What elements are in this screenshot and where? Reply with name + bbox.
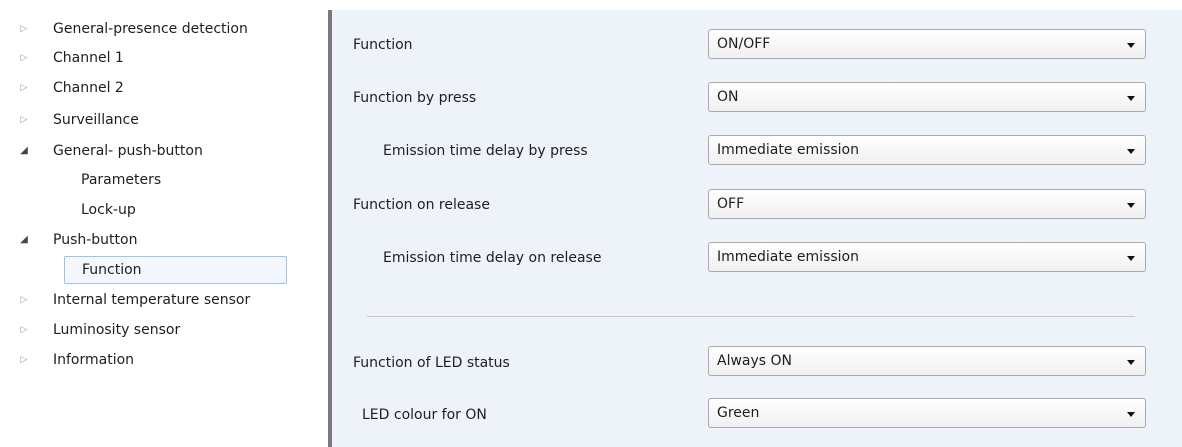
- chevron-down-icon: [1127, 360, 1135, 365]
- tree-item-label: Luminosity sensor: [53, 322, 181, 338]
- led-colour-for-on-value: Green: [717, 405, 760, 421]
- function-on-release-label: Function on release: [353, 197, 490, 213]
- emission-time-delay-by-press-value: Immediate emission: [717, 142, 859, 158]
- collapsed-arrow-icon[interactable]: ▷: [18, 286, 30, 314]
- tree-item-general-presence-detection[interactable]: ▷ General-presence detection: [0, 15, 320, 43]
- parameter-panel: [332, 10, 1182, 447]
- expanded-arrow-icon[interactable]: ◢: [18, 137, 30, 165]
- parameter-tree: ▷ General-presence detection ▷ Channel 1…: [0, 0, 328, 447]
- tree-item-label: Parameters: [81, 172, 162, 188]
- chevron-down-icon: [1127, 256, 1135, 261]
- tree-item-function[interactable]: Function: [0, 256, 326, 284]
- function-by-press-value: ON: [717, 89, 739, 105]
- function-by-press-dropdown[interactable]: ON: [708, 82, 1146, 112]
- tree-item-label: Function: [64, 256, 287, 284]
- tree-item-information[interactable]: ▷ Information: [0, 346, 320, 374]
- tree-item-label: Push-button: [53, 232, 138, 248]
- emission-time-delay-by-press-dropdown[interactable]: Immediate emission: [708, 135, 1146, 165]
- tree-item-surveillance[interactable]: ▷ Surveillance: [0, 106, 320, 134]
- tree-item-lock-up[interactable]: Lock-up: [0, 196, 320, 224]
- collapsed-arrow-icon[interactable]: ▷: [18, 44, 30, 72]
- expanded-arrow-icon[interactable]: ◢: [18, 226, 30, 254]
- tree-item-channel-1[interactable]: ▷ Channel 1: [0, 44, 320, 72]
- tree-item-parameters[interactable]: Parameters: [0, 166, 320, 194]
- led-colour-for-on-label: LED colour for ON: [362, 407, 487, 423]
- tree-item-luminosity-sensor[interactable]: ▷ Luminosity sensor: [0, 316, 320, 344]
- collapsed-arrow-icon[interactable]: ▷: [18, 346, 30, 374]
- collapsed-arrow-icon[interactable]: ▷: [18, 15, 30, 43]
- tree-item-label: Lock-up: [81, 202, 136, 218]
- emission-time-delay-on-release-value: Immediate emission: [717, 249, 859, 265]
- tree-item-label: General- push-button: [53, 143, 203, 159]
- function-value: ON/OFF: [717, 36, 771, 52]
- tree-item-internal-temperature-sensor[interactable]: ▷ Internal temperature sensor: [0, 286, 320, 314]
- function-label: Function: [353, 37, 413, 53]
- tree-item-label: General-presence detection: [53, 21, 248, 37]
- collapsed-arrow-icon[interactable]: ▷: [18, 74, 30, 102]
- tree-item-label: Channel 2: [53, 80, 124, 96]
- emission-time-delay-on-release-dropdown[interactable]: Immediate emission: [708, 242, 1146, 272]
- tree-item-label: Internal temperature sensor: [53, 292, 251, 308]
- function-of-led-status-label: Function of LED status: [353, 355, 510, 371]
- function-dropdown[interactable]: ON/OFF: [708, 29, 1146, 59]
- emission-time-delay-on-release-label: Emission time delay on release: [383, 250, 602, 266]
- function-on-release-dropdown[interactable]: OFF: [708, 189, 1146, 219]
- tree-item-label: Surveillance: [53, 112, 139, 128]
- function-of-led-status-value: Always ON: [717, 353, 793, 369]
- led-colour-for-on-dropdown[interactable]: Green: [708, 398, 1146, 428]
- section-divider: [367, 316, 1135, 317]
- chevron-down-icon: [1127, 149, 1135, 154]
- chevron-down-icon: [1127, 43, 1135, 48]
- tree-item-general-push-button[interactable]: ◢ General- push-button: [0, 137, 320, 165]
- collapsed-arrow-icon[interactable]: ▷: [18, 316, 30, 344]
- function-by-press-label: Function by press: [353, 90, 477, 106]
- chevron-down-icon: [1127, 96, 1135, 101]
- tree-item-channel-2[interactable]: ▷ Channel 2: [0, 74, 320, 102]
- tree-item-push-button[interactable]: ◢ Push-button: [0, 226, 320, 254]
- chevron-down-icon: [1127, 203, 1135, 208]
- emission-time-delay-by-press-label: Emission time delay by press: [383, 143, 588, 159]
- function-of-led-status-dropdown[interactable]: Always ON: [708, 346, 1146, 376]
- chevron-down-icon: [1127, 412, 1135, 417]
- tree-item-label: Channel 1: [53, 50, 124, 66]
- collapsed-arrow-icon[interactable]: ▷: [18, 106, 30, 134]
- tree-item-label: Information: [53, 352, 135, 368]
- function-on-release-value: OFF: [717, 196, 745, 212]
